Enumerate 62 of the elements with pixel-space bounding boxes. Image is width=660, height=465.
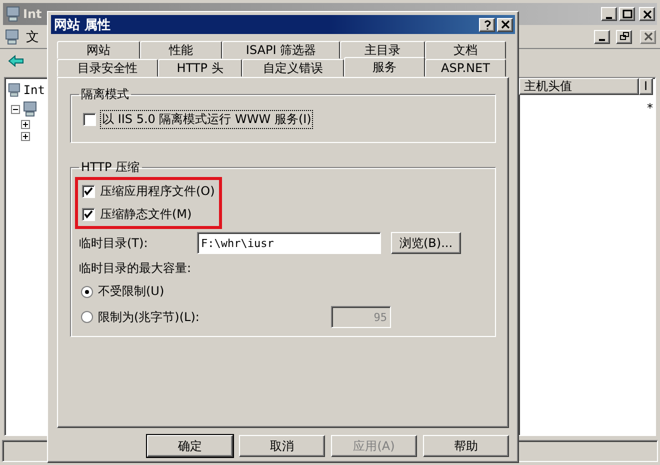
tab[interactable]: ISAPI 筛选器 [222,41,340,59]
window-title: Int [23,7,42,21]
computer-icon [22,101,38,117]
restore-button[interactable] [616,30,632,44]
dialog-button[interactable]: 帮助 [423,435,509,457]
close-icon [500,19,510,30]
back-arrow-icon[interactable] [8,55,24,67]
maximize-button[interactable] [619,7,635,21]
maximize-icon [622,8,632,20]
radio-label: 限制为(兆字节)(L): [98,308,200,326]
computer-icon [5,6,21,22]
tab[interactable]: HTTP 头 [158,59,242,77]
dialog-button[interactable]: 取消 [239,435,325,457]
help-button[interactable] [479,18,495,32]
checkbox-label: 以 IIS 5.0 隔离模式运行 WWW 服务(I) [101,111,312,128]
checkbox[interactable] [82,208,95,221]
close-icon [642,31,654,42]
tab[interactable]: 网站 [57,41,140,59]
help-icon [482,19,492,30]
checkmark-icon [84,210,93,219]
minimize-icon [606,16,612,18]
close-button[interactable] [640,30,656,44]
tree-item[interactable]: Int [23,83,45,97]
checkbox-label: 压缩静态文件(M) [100,206,192,223]
radio-label: 不受限制(U) [98,283,164,300]
directory-field[interactable]: F:\whr\iusr [197,232,381,254]
expand-icon[interactable] [21,120,30,129]
close-button[interactable] [639,7,655,21]
restore-icon [618,31,630,42]
radio-button[interactable] [81,286,93,298]
computer-icon [7,82,22,98]
minimize-icon [599,39,605,41]
checkmark-icon [84,187,93,196]
checkbox[interactable] [83,113,96,126]
column-header[interactable]: I [639,78,653,95]
group-title: HTTP 压缩 [80,159,141,176]
browse-button[interactable]: 浏览(B)... [391,232,461,254]
checkbox-label: 压缩应用程序文件(O) [100,183,215,200]
close-button[interactable] [497,18,513,32]
expand-icon[interactable] [21,132,30,141]
section-label: 临时目录的最大容量: [79,260,192,277]
list-cell-text: * [646,100,654,117]
tab[interactable]: 主目录 [340,41,425,59]
tab[interactable]: 目录安全性 [57,59,158,77]
field-label: 临时目录(T): [79,234,149,252]
checkbox[interactable] [82,185,95,198]
tab[interactable]: 性能 [140,41,222,59]
radio-button[interactable] [81,311,93,323]
column-header[interactable]: 主机头值 [519,78,639,95]
dialog-button[interactable]: 确定 [147,435,233,457]
group-title: 隔离模式 [80,86,130,103]
dialog-title: 网站 属性 [54,16,111,34]
tab[interactable]: ASP.NET [425,59,506,77]
minimize-button[interactable] [601,7,617,21]
tab[interactable]: 自定义错误 [242,59,344,77]
menu-item[interactable]: 文 [26,28,39,46]
tab[interactable]: 文档 [425,41,506,59]
tab[interactable]: 服务 [344,57,425,77]
computer-icon [4,28,20,44]
collapse-icon[interactable] [11,104,20,114]
minimize-button[interactable] [594,30,610,44]
close-icon [642,8,652,20]
